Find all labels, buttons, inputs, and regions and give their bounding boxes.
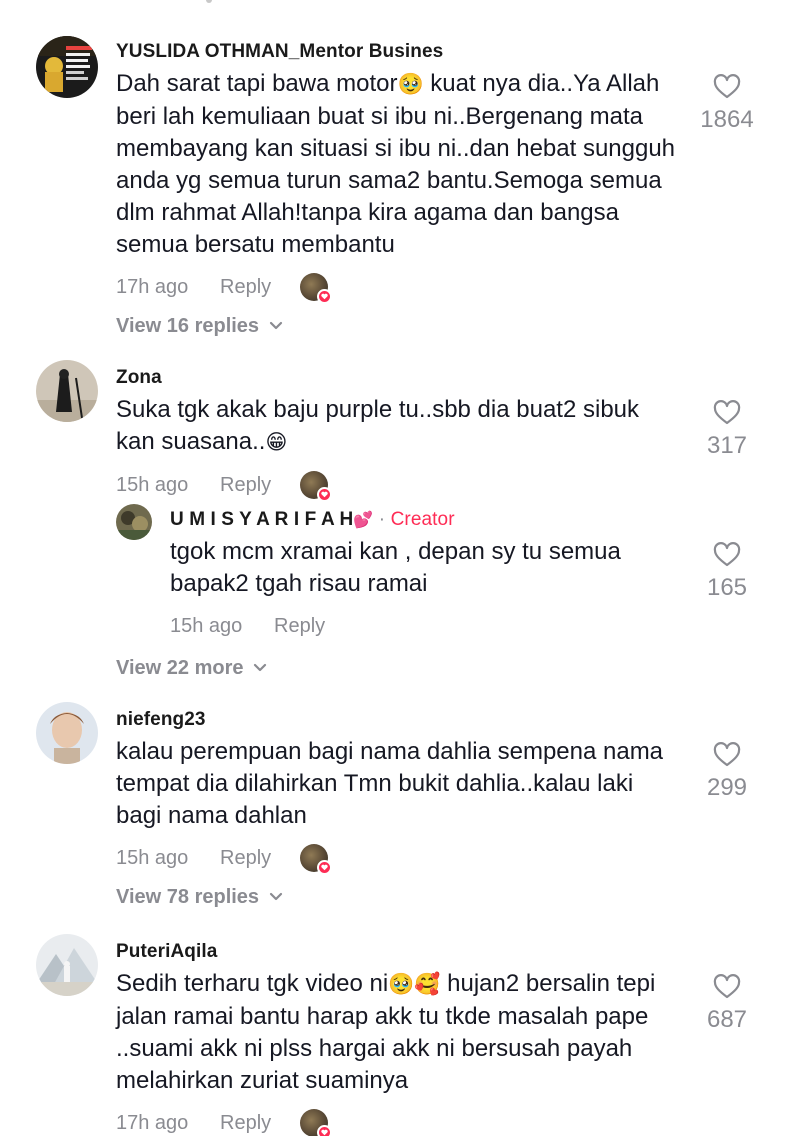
avatar[interactable] [36, 934, 98, 996]
view-replies-label: View 16 replies [116, 314, 260, 337]
reply-button[interactable]: Reply [220, 276, 300, 299]
comment-username[interactable]: niefeng23 [116, 708, 686, 732]
comment-body: Zona Suka tgk akak baju purple tu..sbb d… [116, 366, 686, 502]
reply-button[interactable]: Reply [220, 1112, 300, 1135]
emoji: 🥹🥰 [388, 973, 441, 996]
comment-meta: 15h ago Reply [116, 842, 686, 875]
avatar[interactable] [36, 360, 98, 422]
heart-outline-icon [713, 542, 741, 567]
reply-button[interactable]: Reply [220, 474, 300, 497]
emoji: 🥹 [397, 73, 424, 96]
chevron-down-icon [254, 663, 267, 672]
like-count: 1864 [700, 106, 754, 133]
comment-text-part: kuat nya dia..Ya Allah beri lah kemuliaa… [116, 70, 676, 258]
reply-username-row: U M I S Y A R I F A H💕 · Creator [170, 508, 690, 532]
view-replies-button[interactable]: View 78 replies [116, 882, 686, 912]
heart-badge-icon [317, 487, 332, 502]
comment-text: kalau perempuan bagi nama dahlia sempena… [116, 738, 664, 829]
heart-outline-icon [713, 74, 741, 99]
chevron-down-icon [269, 892, 283, 901]
reply-text: tgok mcm xramai kan , depan sy tu semua … [170, 538, 621, 597]
like-count: 317 [706, 432, 748, 459]
reply-body: U M I S Y A R I F A H💕 · Creator tgok mc… [170, 508, 690, 642]
emoji: 💕 [353, 512, 374, 529]
comment-meta: 17h ago Reply [116, 1107, 686, 1136]
creator-badge: Creator [390, 509, 455, 530]
view-replies-label: View 78 replies [116, 885, 260, 908]
comment-text-part: Sedih terharu tgk video ni [116, 970, 389, 997]
comment-text: Dah sarat tapi bawa motor🥹 kuat nya dia.… [116, 68, 676, 261]
creator-avatar[interactable] [116, 504, 152, 540]
comment-username[interactable]: Zona [116, 366, 686, 390]
creator-liked-avatar [300, 1109, 332, 1136]
comment-username[interactable]: PuteriAqila [116, 940, 686, 964]
chevron-down-icon [269, 321, 283, 330]
like-button[interactable]: 299 [694, 742, 760, 802]
comment-timestamp: 17h ago [116, 275, 189, 298]
creator-liked-avatar [300, 844, 332, 875]
comment-text: Suka tgk akak baju purple tu..sbb dia bu… [116, 394, 676, 459]
comment-timestamp: 17h ago [116, 1111, 189, 1134]
heart-outline-icon [713, 974, 741, 999]
separator: · [378, 509, 386, 530]
comment-text-part: Dah sarat tapi bawa motor [116, 70, 398, 97]
like-button[interactable]: 165 [694, 542, 760, 602]
comment-timestamp: 15h ago [116, 846, 189, 869]
reply-meta: 15h ago Reply [170, 610, 690, 642]
creator-liked-avatar [300, 471, 332, 502]
comment-meta: 15h ago Reply [116, 469, 686, 502]
reply-button[interactable]: Reply [220, 847, 300, 870]
like-count: 165 [706, 574, 748, 601]
comment-body: PuteriAqila Sedih terharu tgk video ni🥹🥰… [116, 940, 686, 1136]
heart-badge-icon [317, 860, 332, 875]
scroll-indicator [206, 0, 212, 3]
comment-username[interactable]: YUSLIDA OTHMAN_Mentor Busines [116, 40, 686, 64]
reply-username[interactable]: U M I S Y A R I F A H [170, 509, 353, 530]
like-count: 687 [706, 1006, 748, 1033]
like-button[interactable]: 1864 [694, 74, 760, 134]
emoji: 😁 [265, 431, 288, 454]
reply-timestamp: 15h ago [170, 614, 243, 637]
like-button[interactable]: 687 [694, 974, 760, 1034]
heart-outline-icon [713, 742, 741, 767]
comment-body: YUSLIDA OTHMAN_Mentor Busines Dah sarat … [116, 40, 686, 341]
view-more-button[interactable]: View 22 more [116, 653, 267, 683]
like-button[interactable]: 317 [694, 400, 760, 460]
reply-button[interactable]: Reply [274, 615, 354, 638]
comment-body: niefeng23 kalau perempuan bagi nama dahl… [116, 708, 686, 912]
comment-timestamp: 15h ago [116, 473, 189, 496]
avatar[interactable] [36, 702, 98, 764]
heart-outline-icon [713, 400, 741, 425]
comment-text-part: Suka tgk akak baju purple tu..sbb dia bu… [116, 396, 640, 455]
heart-badge-icon [317, 289, 332, 304]
heart-badge-icon [317, 1125, 332, 1136]
comment-meta: 17h ago Reply [116, 271, 686, 304]
comment-text: Sedih terharu tgk video ni🥹🥰 hujan2 bers… [116, 968, 681, 1097]
view-replies-label: View 22 more [116, 656, 244, 679]
like-count: 299 [706, 774, 748, 801]
creator-liked-avatar [300, 273, 332, 304]
avatar[interactable] [36, 36, 98, 98]
view-replies-button[interactable]: View 16 replies [116, 311, 686, 341]
